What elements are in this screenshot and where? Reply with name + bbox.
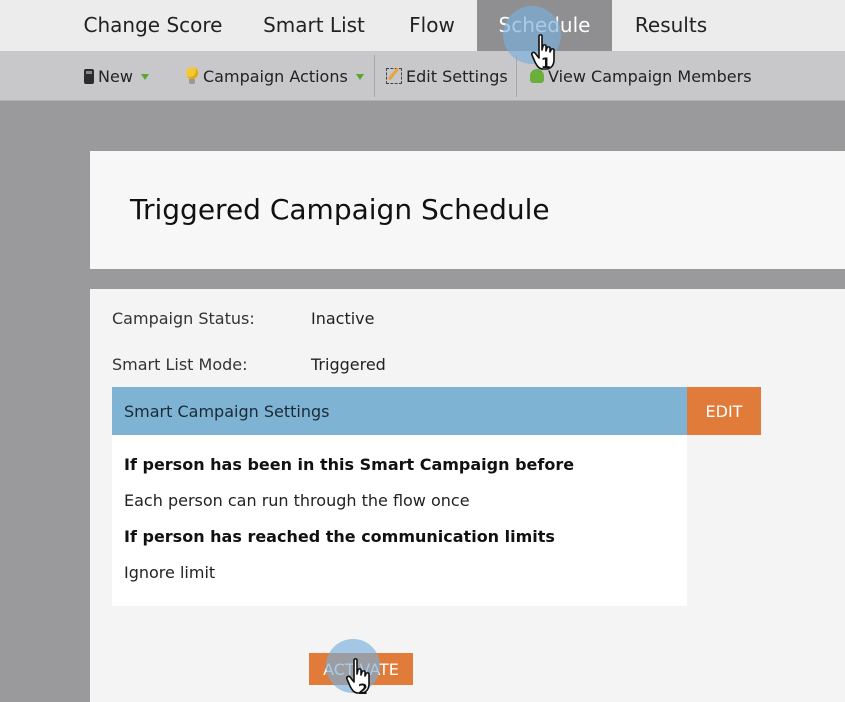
- toolbar-divider: [516, 55, 517, 97]
- campaign-status-value: Inactive: [311, 309, 375, 328]
- settings-heading-communication-limits: If person has reached the communication …: [124, 527, 555, 546]
- step-number-1: 1: [541, 56, 551, 72]
- page-title: Triggered Campaign Schedule: [130, 193, 550, 226]
- settings-heading-previous-run: If person has been in this Smart Campaig…: [124, 455, 575, 474]
- smart-campaign-settings-header: Smart Campaign Settings: [112, 387, 687, 435]
- tab-bar: Change Score Smart List Flow Schedule Re…: [0, 0, 845, 51]
- edit-settings-label: Edit Settings: [406, 66, 508, 86]
- new-label: New: [98, 66, 133, 86]
- smart-list-mode-value: Triggered: [311, 355, 386, 374]
- lightbulb-icon: [185, 67, 199, 85]
- new-icon: [84, 68, 94, 84]
- settings-value-previous-run: Each person can run through the flow onc…: [124, 491, 470, 510]
- schedule-panel: Campaign Status: Inactive Smart List Mod…: [90, 289, 845, 702]
- tab-results[interactable]: Results: [626, 0, 716, 51]
- edit-pencil-icon: [386, 68, 402, 84]
- tab-smart-list[interactable]: Smart List: [255, 0, 373, 51]
- smart-campaign-settings-body: If person has been in this Smart Campaig…: [112, 435, 687, 606]
- step-number-2: 2: [358, 682, 368, 698]
- edit-settings-button[interactable]: Edit Settings: [386, 51, 508, 101]
- campaign-status-label: Campaign Status:: [112, 309, 255, 328]
- view-campaign-members-button[interactable]: View Campaign Members: [530, 51, 752, 101]
- tab-change-score[interactable]: Change Score: [78, 0, 228, 51]
- smart-list-mode-label: Smart List Mode:: [112, 355, 248, 374]
- campaign-actions-button[interactable]: Campaign Actions: [185, 51, 364, 101]
- edit-settings-edit-button[interactable]: EDIT: [687, 387, 761, 435]
- toolbar-divider: [374, 55, 375, 97]
- settings-value-communication-limits: Ignore limit: [124, 563, 216, 582]
- dropdown-arrow-icon: [140, 74, 149, 80]
- toolbar: New Campaign Actions Edit Settings View …: [0, 51, 845, 101]
- tab-flow[interactable]: Flow: [400, 0, 464, 51]
- new-menu-button[interactable]: New: [84, 51, 149, 101]
- dropdown-arrow-icon: [355, 74, 364, 80]
- view-members-label: View Campaign Members: [548, 66, 752, 86]
- title-panel: Triggered Campaign Schedule: [90, 151, 845, 269]
- campaign-actions-label: Campaign Actions: [203, 66, 348, 86]
